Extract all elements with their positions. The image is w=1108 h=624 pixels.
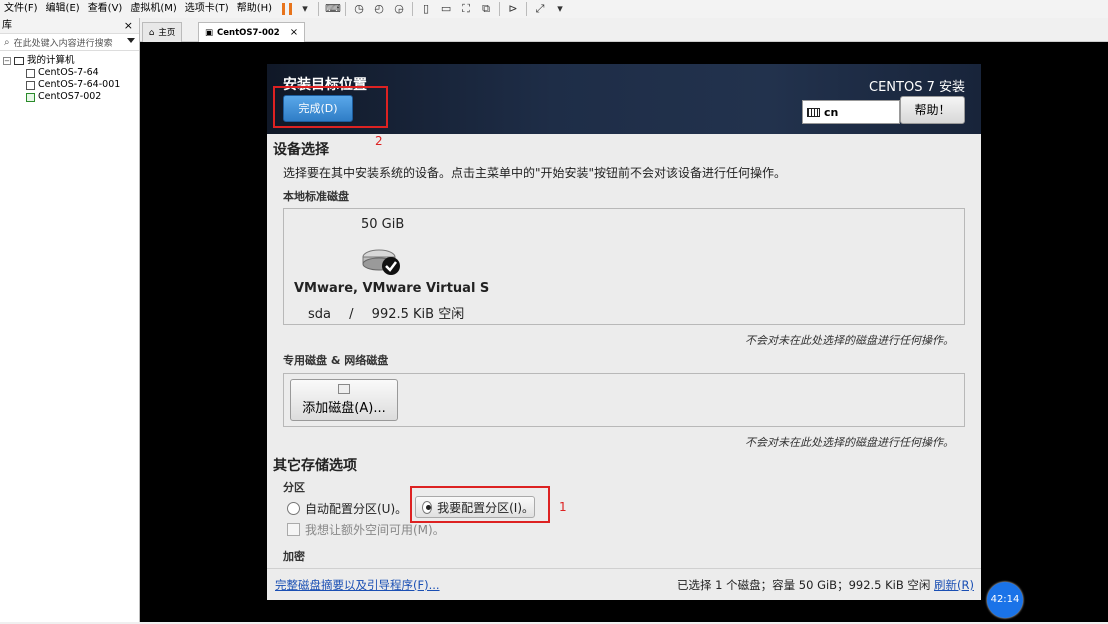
untouched-disks-note: 不会对未在此处选择的磁盘进行任何操作。: [745, 334, 954, 347]
collapse-icon[interactable]: −: [3, 57, 11, 65]
tree-item-label: CentOS-7-64: [38, 67, 99, 78]
fullscreen-icon[interactable]: ⛶: [459, 2, 473, 16]
product-title: CENTOS 7 安装: [869, 80, 965, 95]
installer-footer: 完整磁盘摘要以及引导程序(F)... 已选择 1 个磁盘；容量 50 GiB；9…: [267, 568, 981, 600]
keyboard-layout-indicator[interactable]: cn: [802, 100, 900, 124]
search-icon: ⌕: [4, 37, 10, 48]
tab-home[interactable]: ⌂ 主页: [142, 22, 183, 42]
snapshot-manager-icon[interactable]: ◶: [392, 2, 406, 16]
toolbar-separator: [526, 2, 528, 16]
stretch-icon[interactable]: ⤢: [533, 2, 547, 16]
disk-size: 50 GiB: [361, 217, 405, 232]
hard-disk-selected-icon[interactable]: [361, 243, 401, 277]
encryption-heading: 加密: [283, 550, 305, 563]
disk-info: sda / 992.5 KiB 空闲: [308, 303, 478, 322]
annotation-box-1: [410, 486, 550, 523]
search-placeholder: 在此处键入内容进行搜索: [13, 39, 113, 49]
add-disk-button[interactable]: 添加磁盘(A)...: [290, 379, 398, 421]
disk-separator: /: [349, 307, 354, 322]
tree-root-label: 我的计算机: [27, 55, 75, 66]
send-keys-icon[interactable]: ⌨: [325, 2, 341, 16]
vm-icon: [26, 68, 35, 78]
recording-timer-badge[interactable]: 42:14: [987, 582, 1023, 618]
device-selection-heading: 设备选择: [273, 142, 329, 158]
special-disks-panel: 添加磁盘(A)...: [283, 373, 965, 427]
pause-icon[interactable]: [282, 3, 293, 15]
tree-item-vm[interactable]: CentOS7-002: [0, 91, 139, 103]
partitioning-heading: 分区: [283, 481, 305, 494]
toolbar-separator: [412, 2, 414, 16]
disk-name: VMware, VMware Virtual S: [294, 281, 490, 296]
toolbar-separator: [499, 2, 501, 16]
toolbar-separator: [345, 2, 347, 16]
menu-view[interactable]: 查看(V): [84, 0, 127, 18]
extra-space-checkbox[interactable]: 我想让额外空间可用(M)。: [287, 521, 445, 538]
add-disk-label: 添加磁盘(A)...: [302, 401, 386, 416]
auto-partition-radio[interactable]: 自动配置分区(U)。: [287, 500, 407, 517]
console-view-icon[interactable]: ▭: [439, 2, 453, 16]
tab-vm-label: CentOS7-002: [217, 27, 280, 38]
selection-summary: 已选择 1 个磁盘；容量 50 GiB；992.5 KiB 空闲: [677, 578, 931, 592]
refresh-link[interactable]: 刷新(R): [934, 577, 974, 593]
tab-strip: ⌂ 主页 ▣ CentOS7-002 ×: [140, 18, 1108, 42]
full-disk-summary-link[interactable]: 完整磁盘摘要以及引导程序(F)...: [275, 577, 440, 593]
menu-bar: 文件(F) 编辑(E) 查看(V) 虚拟机(M) 选项卡(T) 帮助(H) ▾ …: [0, 0, 1108, 18]
unity-icon[interactable]: ⧉: [479, 2, 493, 16]
extra-space-label: 我想让额外空间可用(M)。: [305, 523, 445, 537]
help-button[interactable]: 帮助！: [900, 96, 965, 124]
library-search-input[interactable]: ⌕ 在此处键入内容进行搜索: [0, 35, 139, 51]
library-sidebar: 库 × ⌕ 在此处键入内容进行搜索 − 我的计算机 CentOS-7-64 Ce…: [0, 18, 140, 622]
close-icon[interactable]: ×: [124, 18, 133, 34]
tree-root[interactable]: − 我的计算机: [0, 55, 139, 67]
vm-tab-icon: ▣: [205, 27, 214, 38]
annotation-box-2: [273, 86, 388, 128]
menu-file[interactable]: 文件(F): [0, 0, 42, 18]
annotation-number-1: 1: [559, 500, 567, 514]
tab-vm[interactable]: ▣ CentOS7-002 ×: [198, 22, 306, 42]
disk-add-icon: [338, 384, 350, 394]
auto-partition-label: 自动配置分区(U)。: [305, 502, 408, 516]
computer-icon: [14, 57, 24, 65]
library-header: 库 ×: [0, 18, 139, 34]
checkbox-icon[interactable]: [287, 523, 300, 536]
keyboard-icon: [807, 107, 820, 117]
menu-help[interactable]: 帮助(H): [233, 0, 276, 18]
dropdown-arrow-icon[interactable]: ▾: [298, 2, 312, 16]
menu-edit[interactable]: 编辑(E): [42, 0, 84, 18]
dropdown-arrow-icon[interactable]: ▾: [553, 2, 567, 16]
other-storage-heading: 其它存储选项: [273, 458, 357, 474]
vm-tree: − 我的计算机 CentOS-7-64 CentOS-7-64-001 Cent…: [0, 52, 139, 103]
menu-tabs[interactable]: 选项卡(T): [181, 0, 233, 18]
special-disks-heading: 专用磁盘 & 网络磁盘: [283, 354, 389, 367]
disk-device: sda: [308, 307, 331, 322]
vm-running-icon: [26, 92, 35, 102]
toolbar-separator: [318, 2, 320, 16]
home-icon: ⌂: [149, 27, 155, 38]
device-selection-description: 选择要在其中安装系统的设备。点击主菜单中的"开始安装"按钮前不会对该设备进行任何…: [283, 166, 787, 180]
local-disks-heading: 本地标准磁盘: [283, 190, 349, 203]
library-title: 库: [2, 20, 12, 31]
menu-vm[interactable]: 虚拟机(M): [126, 0, 180, 18]
close-icon[interactable]: ×: [290, 24, 298, 42]
annotation-number-2: 2: [375, 134, 383, 148]
tree-item-vm[interactable]: CentOS-7-64: [0, 67, 139, 79]
sidebar-view-icon[interactable]: ▯: [419, 2, 433, 16]
disk-free-space: 992.5 KiB 空闲: [371, 307, 465, 322]
tree-item-label: CentOS-7-64-001: [38, 79, 121, 90]
tab-home-label: 主页: [158, 27, 176, 38]
snapshot-restore-icon[interactable]: ◴: [372, 2, 386, 16]
snapshot-icon[interactable]: ◷: [352, 2, 366, 16]
keyboard-layout-value: cn: [824, 105, 839, 119]
toolbar: ▾ ⌨ ◷ ◴ ◶ ▯ ▭ ⛶ ⧉ ⊳ ⤢ ▾: [282, 2, 567, 16]
radio-unchecked-icon[interactable]: [287, 502, 300, 515]
terminal-icon[interactable]: ⊳: [506, 2, 520, 16]
chevron-down-icon[interactable]: [127, 38, 135, 43]
tree-item-label: CentOS7-002: [38, 91, 102, 102]
local-disks-panel: 50 GiB VMware, VMware Virtual S sda / 99…: [283, 208, 965, 325]
vm-icon: [26, 80, 35, 90]
tree-item-vm[interactable]: CentOS-7-64-001: [0, 79, 139, 91]
untouched-disks-note-2: 不会对未在此处选择的磁盘进行任何操作。: [745, 436, 954, 449]
